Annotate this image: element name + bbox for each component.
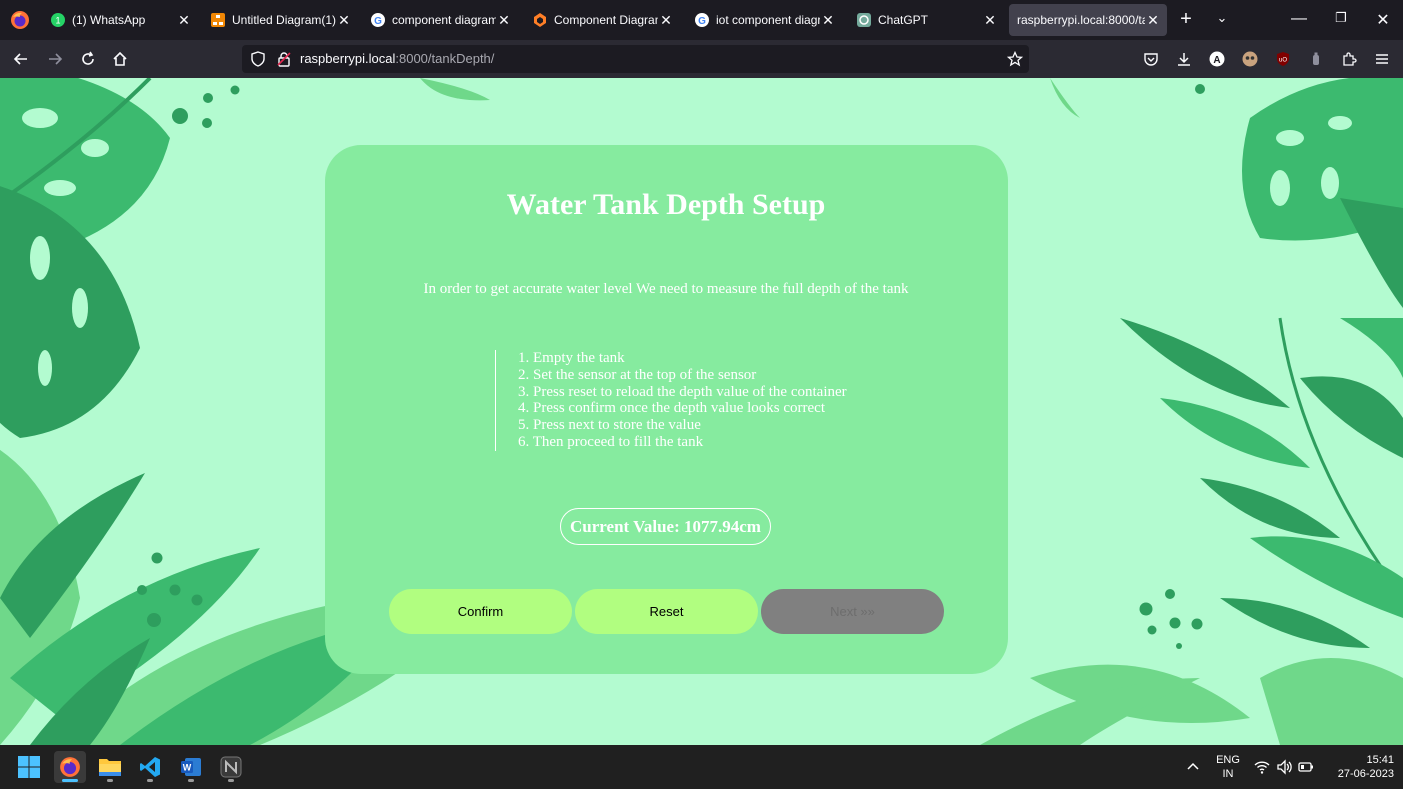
svg-text:W: W [183, 763, 192, 773]
extensions-puzzle-icon[interactable] [1339, 49, 1359, 69]
url-host: raspberrypi.local [300, 51, 396, 66]
forward-icon[interactable] [45, 49, 65, 69]
page-viewport: Water Tank Depth Setup In order to get a… [0, 78, 1403, 745]
battery-icon[interactable] [1298, 759, 1314, 775]
insecure-lock-icon[interactable] [276, 51, 292, 67]
tab-label: raspberrypi.local:8000/tan [1017, 13, 1145, 27]
browser-nav-bar: raspberrypi.local:8000/tankDepth/ A uO [0, 40, 1403, 78]
menu-icon[interactable] [1372, 49, 1392, 69]
tab-label: ChatGPT [878, 13, 929, 27]
tab-label: Component Diagram [554, 13, 658, 27]
tab-label: Untitled Diagram(1)(2 [232, 13, 336, 27]
svg-text:A: A [1213, 55, 1220, 66]
shield-icon[interactable] [250, 51, 266, 67]
confirm-button[interactable]: Confirm [389, 589, 572, 634]
folder-icon [99, 759, 121, 776]
close-window-icon[interactable]: ✕ [1373, 10, 1393, 30]
step-item: 3. Press reset to reload the depth value… [518, 383, 847, 400]
tab-iot-component-search[interactable]: G iot component diagra ✕ [684, 4, 842, 36]
tab-untitled-diagram[interactable]: Untitled Diagram(1)(2 ✕ [200, 4, 358, 36]
reset-button[interactable]: Reset [575, 589, 758, 634]
url-bar[interactable]: raspberrypi.local:8000/tankDepth/ [242, 45, 1029, 73]
step-item: 1. Empty the tank [518, 350, 625, 366]
clock[interactable]: 15:41 27-06-2023 [1322, 753, 1394, 781]
step-item: 5. Press next to store the value [518, 417, 701, 434]
tab-component-diagram-search[interactable]: G component diagram f ✕ [360, 4, 518, 36]
close-tab-icon[interactable]: ✕ [658, 12, 674, 29]
chatgpt-icon [856, 12, 872, 28]
instruction-steps: 1. Empty the tank 2. Set the sensor at t… [495, 350, 847, 451]
language-indicator[interactable]: ENG IN [1212, 753, 1244, 781]
extension-avatar-icon[interactable] [1240, 49, 1260, 69]
firefox-icon[interactable] [10, 10, 30, 30]
taskbar-firefox[interactable] [54, 751, 86, 783]
tab-label: (1) WhatsApp [72, 13, 146, 27]
google-icon: G [370, 12, 386, 28]
svg-text:G: G [698, 16, 706, 27]
intro-text: In order to get accurate water level We … [423, 281, 909, 297]
taskbar-file-explorer[interactable] [94, 751, 126, 783]
taskbar-word[interactable]: W [175, 751, 207, 783]
new-tab-icon[interactable]: + [1176, 8, 1196, 31]
downloads-icon[interactable] [1174, 49, 1194, 69]
taskbar-vscode[interactable] [134, 751, 166, 783]
windows-taskbar: W ENG IN 15:41 27-06-2023 [0, 745, 1403, 789]
step-item: 4. Press confirm once the depth value lo… [518, 400, 825, 417]
tab-label: iot component diagra [716, 13, 820, 27]
google-icon: G [694, 12, 710, 28]
extension-bottle-icon[interactable] [1306, 49, 1326, 69]
account-icon[interactable]: A [1207, 49, 1227, 69]
start-button[interactable] [13, 751, 45, 783]
browser-tab-bar: 1 (1) WhatsApp ✕ Untitled Diagram(1)(2 ✕… [0, 0, 1403, 40]
url-text[interactable]: raspberrypi.local:8000/tankDepth/ [300, 50, 494, 68]
firefox-icon [60, 757, 80, 777]
close-tab-icon[interactable]: ✕ [820, 12, 836, 29]
close-tab-icon[interactable]: ✕ [982, 12, 998, 29]
wifi-icon[interactable] [1254, 759, 1270, 775]
clock-date: 27-06-2023 [1337, 768, 1394, 780]
tray-overflow-chevron-icon[interactable] [1185, 759, 1201, 775]
component-site-icon [532, 12, 548, 28]
tab-whatsapp[interactable]: 1 (1) WhatsApp ✕ [40, 4, 198, 36]
windows-logo-icon [18, 756, 40, 778]
reload-icon[interactable] [78, 49, 98, 69]
home-icon[interactable] [110, 49, 130, 69]
next-button[interactable]: Next »» [761, 589, 944, 634]
tab-chatgpt[interactable]: ChatGPT ✕ [846, 4, 1004, 36]
word-icon: W [181, 758, 201, 776]
list-tabs-icon[interactable]: ⌄ [1212, 10, 1232, 26]
svg-text:G: G [374, 16, 382, 27]
whatsapp-icon: 1 [50, 12, 66, 28]
url-path: :8000/tankDepth/ [395, 51, 495, 66]
language-code: ENG [1216, 754, 1240, 766]
tab-component-diagram[interactable]: Component Diagram ✕ [522, 4, 680, 36]
vscode-icon [140, 757, 160, 777]
drawio-icon [210, 12, 226, 28]
current-value-display: Current Value: 1077.94cm [560, 508, 771, 545]
step-item: 6. Then proceed to fill the tank [518, 433, 704, 450]
clock-time: 15:41 [1366, 754, 1394, 766]
close-tab-icon[interactable]: ✕ [176, 12, 192, 29]
page-title: Water Tank Depth Setup [506, 188, 826, 221]
taskbar-notion-app[interactable] [215, 751, 247, 783]
volume-icon[interactable] [1276, 759, 1292, 775]
n-app-icon [220, 756, 242, 778]
close-tab-icon[interactable]: ✕ [1145, 12, 1161, 29]
pocket-icon[interactable] [1141, 49, 1161, 69]
restore-icon[interactable]: ❐ [1331, 10, 1351, 26]
bookmark-star-icon[interactable] [1007, 51, 1023, 67]
svg-text:1: 1 [55, 16, 60, 26]
close-tab-icon[interactable]: ✕ [496, 12, 512, 29]
tab-label: component diagram f [392, 13, 496, 27]
minimize-icon[interactable]: — [1289, 10, 1309, 28]
back-icon[interactable] [11, 49, 31, 69]
step-item: 2. Set the sensor at the top of the sens… [518, 366, 757, 383]
ublock-icon[interactable]: uO [1273, 49, 1293, 69]
region-code: IN [1222, 768, 1234, 780]
tab-tank-depth[interactable]: raspberrypi.local:8000/tan ✕ [1009, 4, 1167, 36]
svg-text:uO: uO [1279, 58, 1287, 64]
close-tab-icon[interactable]: ✕ [336, 12, 352, 29]
